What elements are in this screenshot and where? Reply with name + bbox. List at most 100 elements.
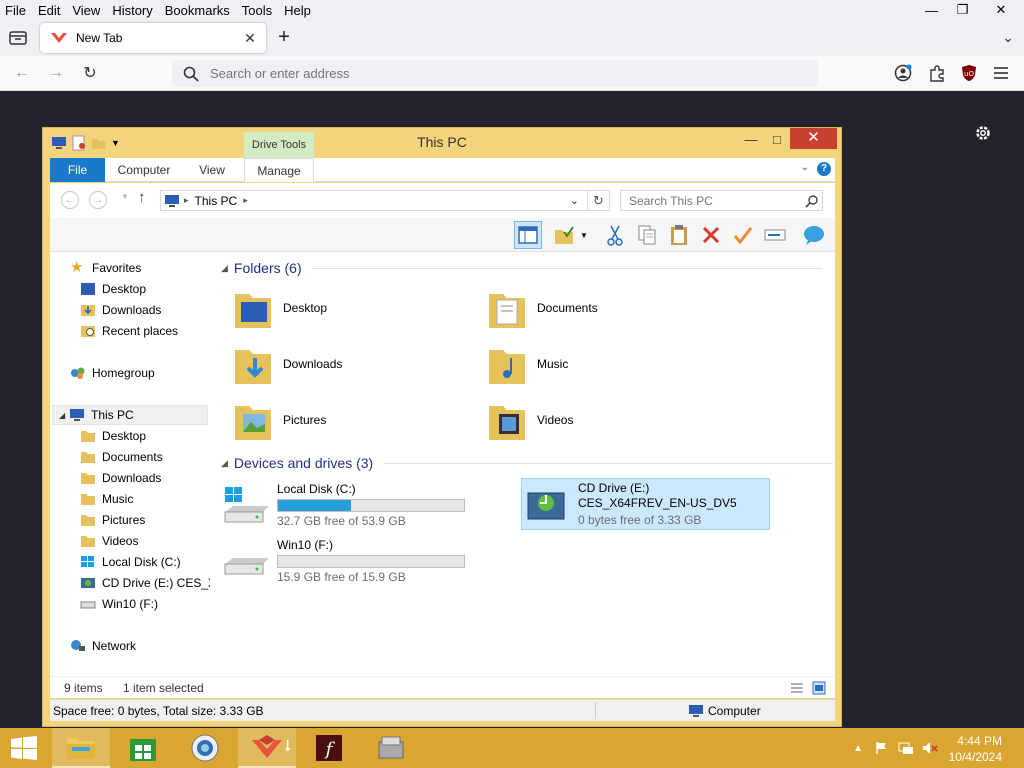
back-button[interactable]: ← [61,191,79,209]
expand-ribbon-icon[interactable]: ⌄ [801,162,809,173]
nav-fav-recent-places[interactable]: Recent places [80,321,178,341]
collapse-caret-icon[interactable]: ◢ [221,458,228,469]
paste-button[interactable] [665,221,693,249]
explorer-close-button[interactable]: ✕ [790,128,837,149]
nav-pc-videos[interactable]: Videos [80,531,138,551]
new-tab-button[interactable]: + [273,26,295,48]
drive-win10-f[interactable]: Win10 (F:) 15.9 GB free of 15.9 GB [221,536,471,588]
menu-bookmarks[interactable]: Bookmarks [159,3,236,18]
delete-button[interactable] [697,221,725,249]
tab-file[interactable]: File [50,158,105,182]
url-bar[interactable] [172,60,818,87]
explorer-minimize-button[interactable]: — [743,128,759,150]
nav-pc-cd-drive[interactable]: CD Drive (E:) CES_X64FREV_EN-US_DV5 [80,573,210,593]
reload-icon[interactable]: ↻ [79,62,101,84]
address-box[interactable]: ▸ This PC ▸ ⌄ ↻ [160,190,610,211]
nav-favorites[interactable]: ★ Favorites [70,258,141,278]
explorer-maximize-button[interactable]: □ [769,128,785,150]
properties-dropdown-button[interactable]: ▼ [548,221,594,249]
large-icons-view-icon[interactable] [812,681,826,695]
rename-icon [764,229,786,241]
list-all-tabs-icon[interactable]: ⌄ [1002,29,1014,46]
drive-cd-e[interactable]: CD Drive (E:) CES_X64FREV_EN-US_DV5 0 by… [521,478,770,530]
forward-button[interactable]: → [89,191,107,209]
url-input[interactable] [210,66,790,81]
menu-history[interactable]: History [106,3,158,18]
up-button[interactable]: ↑ [138,189,146,206]
details-view-icon[interactable] [790,682,804,694]
breadcrumb-chevron-icon[interactable]: ▸ [243,195,248,206]
folder-downloads[interactable]: Downloads [233,340,342,388]
taskbar-file-explorer[interactable] [52,728,110,768]
search-box[interactable] [620,190,823,211]
app-menu-icon[interactable] [990,62,1012,84]
folder-pictures[interactable]: Pictures [233,396,326,444]
drive-local-disk-c[interactable]: Local Disk (C:) 32.7 GB free of 53.9 GB [221,480,471,532]
search-input[interactable] [629,193,799,208]
breadcrumb-this-pc[interactable]: This PC [195,194,238,208]
folder-videos[interactable]: Videos [487,396,573,444]
action-center-flag-icon[interactable] [874,740,890,756]
search-icon[interactable] [805,194,819,208]
back-icon[interactable]: ← [11,62,33,84]
taskbar-flash[interactable]: f [300,728,358,768]
help-icon[interactable]: ? [817,162,831,176]
nav-fav-desktop[interactable]: Desktop [80,279,146,299]
menu-help[interactable]: Help [278,3,317,18]
nav-this-pc[interactable]: ◢ This PC [52,405,208,425]
taskbar-clock[interactable]: 4:44 PM 10/4/2024 [949,733,1002,765]
options-button[interactable] [800,221,828,249]
recent-locations-icon[interactable]: ▼ [121,192,129,201]
tab-view[interactable]: View [190,158,234,182]
extensions-icon[interactable] [926,62,948,84]
browser-close-button[interactable]: ✕ [978,0,1024,20]
collapse-caret-icon[interactable]: ◢ [221,263,228,274]
taskbar-store[interactable] [114,728,172,768]
nav-pc-local-disk[interactable]: Local Disk (C:) [80,552,181,572]
expand-arrow-icon[interactable]: ◢ [59,411,65,420]
browser-minimize-button[interactable]: — [916,0,947,20]
folder-music[interactable]: Music [487,340,568,388]
taskbar-archive-tool[interactable] [362,728,420,768]
folder-desktop[interactable]: Desktop [233,284,327,332]
tab-close-icon[interactable]: ✕ [240,30,260,47]
menu-file[interactable]: File [0,3,32,18]
nav-pc-win10[interactable]: Win10 (F:) [80,594,158,614]
nav-pc-downloads[interactable]: Downloads [80,468,161,488]
menu-edit[interactable]: Edit [32,3,66,18]
nav-homegroup[interactable]: Homegroup [70,363,155,383]
cut-button[interactable] [601,221,629,249]
account-icon[interactable] [892,62,914,84]
menu-view[interactable]: View [66,3,106,18]
drives-group-header[interactable]: ◢ Devices and drives (3) [221,455,834,471]
show-hidden-icons[interactable]: ▲ [850,740,866,756]
folder-documents[interactable]: Documents [487,284,598,332]
tab-manage[interactable]: Manage [244,158,314,182]
browser-restore-button[interactable]: ❐ [947,0,978,20]
properties-button[interactable] [729,221,757,249]
breadcrumb-chevron-icon[interactable]: ▸ [184,195,189,206]
tab-computer[interactable]: Computer [112,158,176,182]
ublock-icon[interactable]: uO [958,62,980,84]
tab-new-tab[interactable]: New Tab ✕ [40,23,266,53]
start-button-icon[interactable] [10,736,38,760]
folders-group-header[interactable]: ◢ Folders (6) [221,260,822,276]
nav-pc-documents[interactable]: Documents [80,447,163,467]
gear-icon[interactable] [974,124,992,142]
copy-button[interactable] [633,221,661,249]
taskbar-browser-globe[interactable] [176,728,234,768]
refresh-icon[interactable]: ↻ [587,191,609,210]
network-status-icon[interactable] [898,740,914,756]
nav-pc-desktop[interactable]: Desktop [80,426,146,446]
menu-tools[interactable]: Tools [236,3,278,18]
nav-network[interactable]: Network [70,636,136,656]
rename-button[interactable] [761,221,789,249]
tab-manager-icon[interactable] [8,29,28,47]
nav-pc-music[interactable]: Music [80,489,133,509]
preview-pane-button[interactable] [514,221,542,249]
forward-icon[interactable]: → [45,62,67,84]
nav-fav-downloads[interactable]: Downloads [80,300,161,320]
nav-pc-pictures[interactable]: Pictures [80,510,145,530]
address-dropdown-icon[interactable]: ⌄ [570,194,579,207]
volume-muted-icon[interactable] [922,740,938,756]
